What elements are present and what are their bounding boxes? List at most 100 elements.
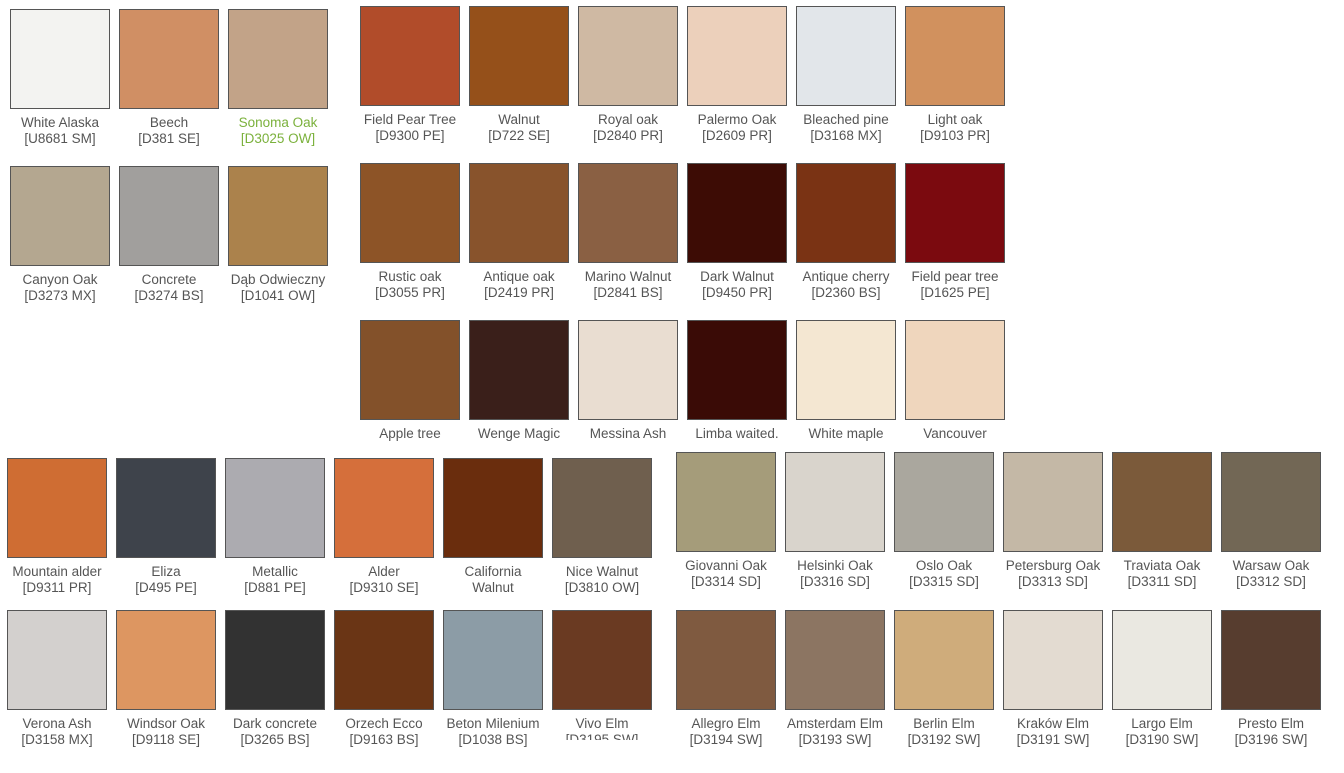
swatch-name: Walnut: [498, 112, 540, 127]
swatch-code: [D3311 SD]: [1127, 574, 1197, 589]
swatch-image: [905, 6, 1005, 106]
swatch-traviata-oak[interactable]: Traviata Oak [D3311 SD]: [1112, 452, 1212, 590]
swatch-image: [334, 610, 434, 710]
swatch-concrete[interactable]: Concrete [D3274 BS]: [119, 166, 219, 304]
swatch-vancouver[interactable]: Vancouver: [905, 320, 1005, 442]
swatch-name: Field Pear Tree: [363, 112, 457, 127]
swatch-alder[interactable]: Alder [D9310 SE]: [334, 458, 434, 596]
swatch-messina-ash[interactable]: Messina Ash: [578, 320, 678, 442]
swatch-code: [D1041 OW]: [240, 288, 316, 303]
swatch-beech[interactable]: Beech [D381 SE]: [119, 9, 219, 147]
swatch-name: Giovanni Oak: [685, 558, 767, 573]
swatch-helsinki-oak[interactable]: Helsinki Oak [D3316 SD]: [785, 452, 885, 590]
swatch-wenge-magic[interactable]: Wenge Magic: [469, 320, 569, 442]
swatch-code: [D9300 PE]: [375, 128, 445, 143]
swatch-image: [116, 458, 216, 558]
swatch-name: Antique oak: [483, 269, 555, 284]
swatch-eliza[interactable]: Eliza [D495 PE]: [116, 458, 216, 596]
swatch-image: [225, 610, 325, 710]
swatch-code: [D881 PE]: [244, 580, 306, 595]
swatch-limba-waited[interactable]: Limba waited.: [687, 320, 787, 442]
swatch-image: [796, 163, 896, 263]
swatch-allegro-elm[interactable]: Allegro Elm [D3194 SW]: [676, 610, 776, 748]
swatch-royal-oak[interactable]: Royal oak [D2840 PR]: [578, 6, 678, 144]
swatch-name: Bleached pine: [803, 112, 889, 127]
swatch-image: [687, 320, 787, 420]
swatch-rustic-oak[interactable]: Rustic oak [D3055 PR]: [360, 163, 460, 301]
swatch-warsaw-oak[interactable]: Warsaw Oak [D3312 SD]: [1221, 452, 1321, 590]
swatch-image: [228, 9, 328, 109]
swatch-name: Petersburg Oak: [1005, 558, 1101, 573]
swatch-palermo-oak[interactable]: Palermo Oak [D2609 PR]: [687, 6, 787, 144]
swatch-sonoma-oak[interactable]: Sonoma Oak [D3025 OW]: [228, 9, 328, 147]
swatch-name: Sonoma Oak: [238, 115, 318, 130]
swatch-presto-elm[interactable]: Presto Elm [D3196 SW]: [1221, 610, 1321, 748]
swatch-name: Amsterdam Elm: [786, 716, 884, 731]
swatch-image: [443, 610, 543, 710]
swatch-mountain-alder[interactable]: Mountain alder [D9311 PR]: [7, 458, 107, 596]
swatch-giovanni-oak[interactable]: Giovanni Oak [D3314 SD]: [676, 452, 776, 590]
swatch-light-oak[interactable]: Light oak [D9103 PR]: [905, 6, 1005, 144]
swatch-beton-milenium[interactable]: Beton Milenium [D1038 BS]: [443, 610, 543, 748]
swatch-name: Vancouver: [923, 426, 987, 441]
swatch-name: Traviata Oak: [1123, 558, 1201, 573]
swatch-image: [578, 163, 678, 263]
swatch-windsor-oak[interactable]: Windsor Oak [D9118 SE]: [116, 610, 216, 748]
swatch-dark-concrete[interactable]: Dark concrete [D3265 BS]: [225, 610, 325, 748]
swatch-verona-ash[interactable]: Verona Ash [D3158 MX]: [7, 610, 107, 748]
swatch-image: [687, 163, 787, 263]
swatch-name: Alder: [368, 564, 400, 579]
swatch-image: [7, 610, 107, 710]
swatch-name: Allegro Elm: [691, 716, 761, 731]
swatch-code: [D3025 OW]: [240, 131, 316, 146]
swatch-code: [D9118 SE]: [131, 732, 201, 747]
swatch-orzech-ecco[interactable]: Orzech Ecco [D9163 BS]: [334, 610, 434, 748]
swatch-image: [796, 6, 896, 106]
swatch-antique-oak[interactable]: Antique oak [D2419 PR]: [469, 163, 569, 301]
swatch-image: [469, 6, 569, 106]
swatch-white-maple[interactable]: White maple: [796, 320, 896, 442]
swatch-nice-walnut[interactable]: Nice Walnut [D3810 OW]: [552, 458, 652, 596]
swatch-field-pear-tree[interactable]: Field Pear Tree [D9300 PE]: [360, 6, 460, 144]
swatch-name: Beech: [149, 115, 189, 130]
swatch-oslo-oak[interactable]: Oslo Oak [D3315 SD]: [894, 452, 994, 590]
swatch-vivo-elm[interactable]: Vivo Elm [D3195 SW]: [552, 610, 652, 740]
swatch-white-alaska[interactable]: White Alaska [U8681 SM]: [10, 9, 110, 147]
swatch-image: [796, 320, 896, 420]
swatch-code: [D9450 PR]: [702, 285, 772, 300]
swatch-petersburg-oak[interactable]: Petersburg Oak [D3313 SD]: [1003, 452, 1103, 590]
swatch-bleached-pine[interactable]: Bleached pine [D3168 MX]: [796, 6, 896, 144]
swatch-california[interactable]: California Walnut: [443, 458, 543, 596]
swatch-code: [D3312 SD]: [1236, 574, 1306, 589]
swatch-field-pear-tree[interactable]: Field pear tree [D1625 PE]: [905, 163, 1005, 301]
swatch-image: [676, 610, 776, 710]
swatch-apple-tree[interactable]: Apple tree: [360, 320, 460, 442]
swatch-image: [10, 9, 110, 109]
swatch-image: [469, 320, 569, 420]
swatch-code: [D3158 MX]: [21, 732, 93, 747]
swatch-antique-cherry[interactable]: Antique cherry [D2360 BS]: [796, 163, 896, 301]
swatch-largo-elm[interactable]: Largo Elm [D3190 SW]: [1112, 610, 1212, 748]
swatch-code: [D3191 SW]: [1016, 732, 1090, 747]
swatch-name: Dark Walnut: [700, 269, 774, 284]
swatch-metallic[interactable]: Metallic [D881 PE]: [225, 458, 325, 596]
swatch-image: [1003, 452, 1103, 552]
swatch-canyon-oak[interactable]: Canyon Oak [D3273 MX]: [10, 166, 110, 304]
swatch-code: [D1625 PE]: [920, 285, 990, 300]
swatch-image: [1112, 452, 1212, 552]
swatch-dab-odwieczny[interactable]: Dąb Odwieczny [D1041 OW]: [228, 166, 328, 304]
swatch-walnut[interactable]: Walnut [D722 SE]: [469, 6, 569, 144]
swatch-image: [360, 163, 460, 263]
swatch-name: Kraków Elm: [1016, 716, 1089, 731]
swatch-image: [119, 166, 219, 266]
swatch-berlin-elm[interactable]: Berlin Elm [D3192 SW]: [894, 610, 994, 748]
swatch-code: [D1038 BS]: [458, 732, 528, 747]
swatch-name: Antique cherry: [802, 269, 890, 284]
swatch-image: [676, 452, 776, 552]
swatch-amsterdam-elm[interactable]: Amsterdam Elm [D3193 SW]: [785, 610, 885, 748]
swatch-code: [D2841 BS]: [593, 285, 663, 300]
swatch-krakow-elm[interactable]: Kraków Elm [D3191 SW]: [1003, 610, 1103, 748]
swatch-name: Nice Walnut: [565, 564, 639, 579]
swatch-dark-walnut[interactable]: Dark Walnut [D9450 PR]: [687, 163, 787, 301]
swatch-marino-walnut[interactable]: Marino Walnut [D2841 BS]: [578, 163, 678, 301]
